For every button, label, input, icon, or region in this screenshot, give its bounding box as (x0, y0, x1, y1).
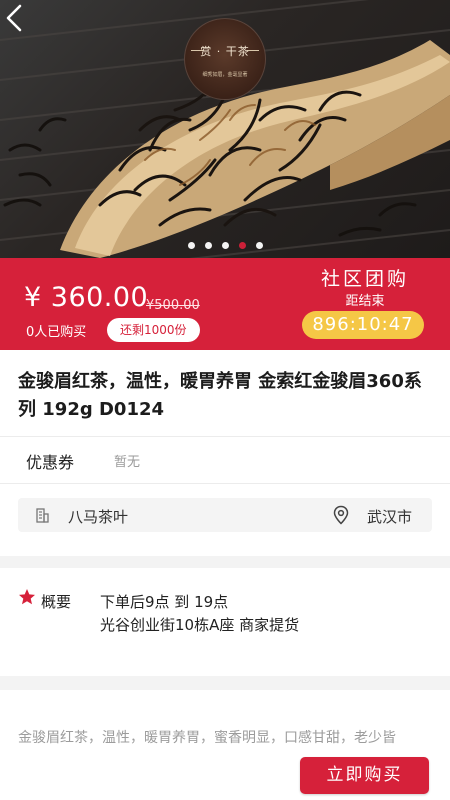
coupon-value: 暂无 (114, 455, 141, 470)
section-gap (0, 556, 450, 568)
carousel-dot[interactable] (204, 242, 212, 249)
remaining-stock-badge: 还剩1000份 (107, 318, 200, 342)
brand-logo: 赏 · 干茶 细秀如眉，金毫显著 (184, 18, 266, 100)
pickup-time: 下单后9点 到 19点 (100, 593, 229, 611)
map-pin-icon (333, 505, 349, 525)
pickup-address: 光谷创业街10栋A座 商家提货 (100, 616, 300, 634)
carousel-dot[interactable] (221, 242, 229, 249)
product-image-carousel[interactable]: 赏 · 干茶 细秀如眉，金毫显著 (0, 0, 450, 258)
countdown-label: 距结束 (345, 294, 385, 309)
carousel-dot-active[interactable] (238, 242, 246, 249)
carousel-indicator (0, 242, 450, 250)
brand-subtitle: 细秀如眉，金毫显著 (202, 72, 248, 78)
current-price: ¥ 360.00 (24, 282, 149, 313)
divider (0, 483, 450, 484)
original-price: ¥500.00 (146, 298, 200, 313)
store-row[interactable]: 八马茶叶 武汉市 (18, 498, 432, 532)
store-city: 武汉市 (367, 508, 413, 526)
section-gap (0, 676, 450, 690)
building-icon (36, 508, 49, 523)
star-icon (19, 589, 35, 605)
store-name: 八马茶叶 (68, 508, 129, 526)
carousel-dot[interactable] (255, 242, 263, 249)
sold-count: 0人已购买 (26, 325, 87, 340)
group-buy-title: 社区团购 (320, 268, 409, 290)
brand-title: 赏 · 干茶 (200, 45, 250, 58)
coupon-label: 优惠券 (26, 453, 75, 472)
countdown-timer: 896:10:47 (302, 311, 424, 339)
carousel-dot[interactable] (187, 242, 195, 249)
product-description: 金骏眉红茶，温性，暖胃养胃，蜜香明显，口感甘甜，老少皆 (18, 730, 396, 746)
summary-label: 概要 (41, 593, 72, 611)
price-bar: ¥ 360.00 ¥500.00 0人已购买 还剩1000份 社区团购 距结束 … (0, 258, 450, 350)
back-arrow-icon[interactable] (0, 0, 30, 36)
product-title: 金骏眉红茶，温性，暖胃养胃 金索红金骏眉360系列 192g D0124 (18, 371, 422, 420)
divider (0, 436, 450, 437)
buy-now-button[interactable]: 立即购买 (300, 757, 429, 794)
